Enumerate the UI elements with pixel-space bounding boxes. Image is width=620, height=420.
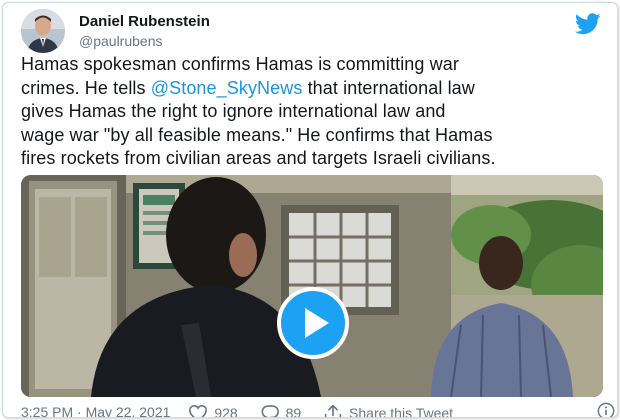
tweet-header: Daniel Rubenstein @paulrubens [17,9,603,53]
mention-link[interactable]: @Stone_SkyNews [151,78,303,98]
info-icon[interactable] [597,402,615,417]
like-count: 928 [214,404,238,418]
tweet-text-fragment: that international law [302,77,475,98]
video-player[interactable] [21,175,603,397]
tweet-text-fragment: crimes. He tells [21,77,151,98]
tweet-text-line: Hamas spokesman confirms Hamas is commit… [21,54,459,74]
tweet-text-line: gives Hamas the right to ignore internat… [21,101,446,121]
reply-icon [261,405,279,417]
heart-icon [189,404,208,417]
tweet-text-line: wage war "by all feasible means." He con… [21,124,493,145]
author-display-name[interactable]: Daniel Rubenstein [79,12,210,31]
twitter-bird-icon[interactable] [574,13,601,35]
share-label: Share this Tweet [349,404,454,418]
tweet-text: Hamas spokesman confirms Hamas is commit… [21,53,611,171]
author-handle[interactable]: @paulrubens [79,32,210,50]
tweet-timestamp[interactable]: 3:25 PM · May 22, 2021 [21,402,170,417]
tweet-text-line: crimes. He tells @Stone_SkyNews that int… [21,77,611,101]
tweet-footer: 3:25 PM · May 22, 2021 928 89 Share this… [21,401,617,418]
share-icon [324,404,342,417]
like-button[interactable]: 928 [188,402,238,418]
reply-count: 89 [285,404,302,418]
tweet-text-line: fires rockets from civilian areas and ta… [21,148,496,168]
avatar[interactable] [21,9,65,53]
tweet-card: Daniel Rubenstein @paulrubens Hamas spok… [2,2,618,418]
reply-button[interactable]: 89 [260,402,302,418]
play-button[interactable] [276,286,350,360]
play-icon [277,287,349,359]
share-button[interactable]: Share this Tweet [323,402,454,418]
author-names: Daniel Rubenstein @paulrubens [79,12,210,50]
